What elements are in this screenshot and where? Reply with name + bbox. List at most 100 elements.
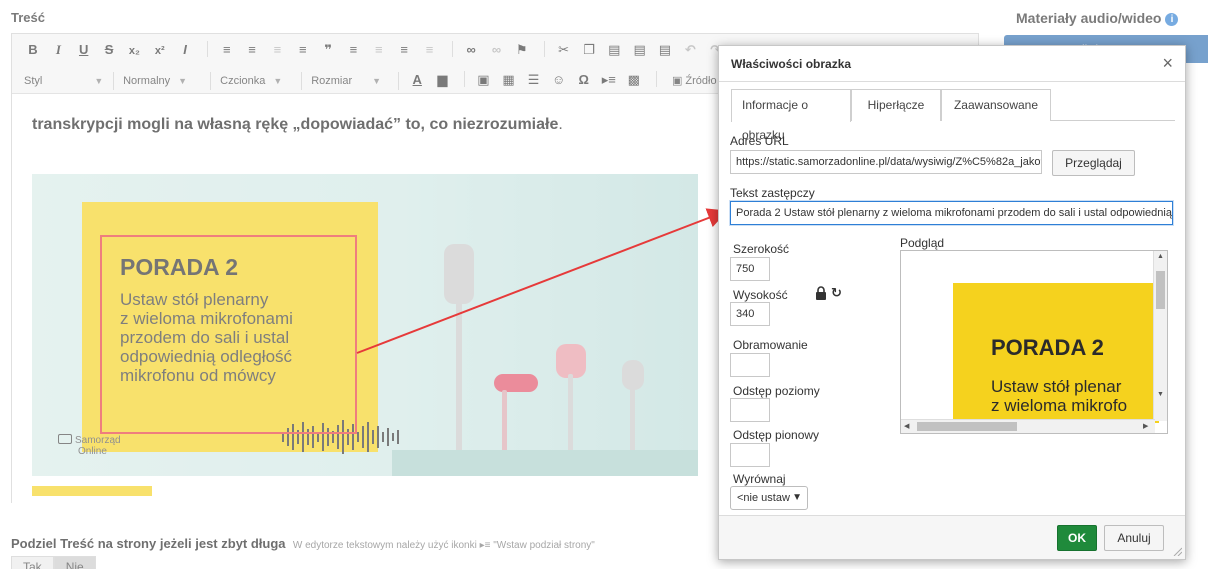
hspace-input[interactable] xyxy=(730,398,770,422)
scrollbar-thumb[interactable] xyxy=(1156,271,1165,309)
border-input[interactable] xyxy=(730,353,770,377)
align-justify-icon[interactable]: ≡ xyxy=(421,41,439,59)
lock-icon[interactable] xyxy=(815,286,827,300)
font-combo[interactable]: Czcionka ▼ xyxy=(220,72,303,90)
image-preview[interactable]: PORADA 2 Ustaw stół plenar z wieloma mik… xyxy=(900,250,1168,434)
media-title-text: Materiały audio/wideo xyxy=(1016,10,1162,26)
resize-grip-icon[interactable] xyxy=(1172,546,1182,556)
vspace-input[interactable] xyxy=(730,443,770,467)
microphone-stand xyxy=(502,390,507,452)
microphone-stand xyxy=(630,388,635,452)
content-paragraph: transkrypcji mogli na własną rękę „dopow… xyxy=(32,116,563,134)
info-icon[interactable]: i xyxy=(1165,13,1179,26)
preview-horizontal-scrollbar[interactable]: ◀ ▶ xyxy=(901,419,1155,433)
size-combo[interactable]: Rozmiar ▼ xyxy=(311,72,400,90)
microphone-shape xyxy=(494,374,538,392)
url-label: Adres URL xyxy=(730,134,789,148)
size-combo-label: Rozmiar xyxy=(311,75,353,87)
preview-body: Ustaw stół plenar z wieloma mikrofo xyxy=(991,377,1127,415)
preview-label: Podgląd xyxy=(900,236,945,250)
superscript-icon[interactable]: x² xyxy=(151,42,169,60)
nie-button[interactable]: Nie xyxy=(53,556,96,569)
scroll-up-icon[interactable]: ▲ xyxy=(1157,253,1164,261)
image-properties-dialog: Właściwości obrazka × Informacje o obraz… xyxy=(718,45,1186,560)
browse-button[interactable]: Przeglądaj xyxy=(1052,150,1135,176)
preview-vertical-scrollbar[interactable]: ▲ ▼ xyxy=(1153,251,1167,421)
cancel-button[interactable]: Anuluj xyxy=(1104,525,1164,551)
split-toggle: Tak Nie xyxy=(11,556,96,569)
underline-icon[interactable]: U xyxy=(75,41,93,59)
faded-text-line xyxy=(162,484,682,496)
format-combo[interactable]: Normalny ▼ xyxy=(123,72,212,90)
ok-button[interactable]: OK xyxy=(1057,525,1097,551)
anchor-flag-icon[interactable]: ⚑ xyxy=(513,41,531,59)
tak-button[interactable]: Tak xyxy=(11,556,54,569)
dialog-header[interactable]: Właściwości obrazka × xyxy=(719,46,1185,82)
smiley-icon[interactable]: ☺ xyxy=(550,71,568,89)
align-select[interactable]: <nie ustaw ▼ xyxy=(730,486,808,510)
scroll-left-icon[interactable]: ◀ xyxy=(904,423,909,431)
logo-line1: Samorząd xyxy=(75,435,121,446)
content-dot: . xyxy=(558,116,563,133)
tab-advanced[interactable]: Zaawansowane xyxy=(941,89,1051,121)
split-hint-quote: "Wstaw podział strony" xyxy=(493,540,595,551)
italic-icon[interactable]: I xyxy=(49,41,67,59)
indent-icon[interactable]: ≡ xyxy=(294,41,312,59)
microphone-stand xyxy=(456,302,462,452)
split-hint: W edytorze tekstowym należy użyć ikonki … xyxy=(293,540,595,551)
microphone-shape xyxy=(556,344,586,378)
table-surface xyxy=(392,450,698,476)
table-icon[interactable]: ▦ xyxy=(500,71,518,89)
dialog-title: Właściwości obrazka xyxy=(731,57,852,71)
scroll-down-icon[interactable]: ▼ xyxy=(1157,391,1164,399)
remove-format-icon[interactable]: I xyxy=(176,41,194,59)
link-icon[interactable]: ∞ xyxy=(462,41,480,59)
paste-icon[interactable]: ▤ xyxy=(605,41,623,59)
tab-image-info[interactable]: Informacje o obrazku xyxy=(731,89,851,142)
copy-icon[interactable]: ❐ xyxy=(580,41,598,59)
align-right-icon[interactable]: ≡ xyxy=(395,41,413,59)
url-input[interactable]: https://static.samorzadonline.pl/data/wy… xyxy=(730,150,1042,174)
chevron-down-icon: ▼ xyxy=(792,492,802,503)
unlink-icon[interactable]: ∞ xyxy=(488,41,506,59)
toolbar-separator xyxy=(544,41,546,57)
blockquote-icon[interactable]: ❞ xyxy=(319,41,337,59)
page-break-icon[interactable]: ▸≡ xyxy=(600,71,618,89)
scrollbar-thumb[interactable] xyxy=(917,422,1017,431)
style-combo[interactable]: Styl ▼ xyxy=(24,72,114,90)
close-icon[interactable]: × xyxy=(1162,54,1173,72)
paste-text-icon[interactable]: ▤ xyxy=(631,41,649,59)
numbered-list-icon[interactable]: ≡ xyxy=(218,41,236,59)
scroll-right-icon[interactable]: ▶ xyxy=(1143,423,1148,431)
horizontal-line-icon[interactable]: ☰ xyxy=(525,71,543,89)
special-char-icon[interactable]: Ω xyxy=(575,71,593,89)
alt-text-input[interactable]: Porada 2 Ustaw stół plenarny z wieloma m… xyxy=(730,201,1173,225)
media-title: Materiały audio/wideo i xyxy=(1016,10,1179,26)
strikethrough-icon[interactable]: S xyxy=(100,41,118,59)
highlighted-text-strip xyxy=(32,486,152,496)
bold-icon[interactable]: B xyxy=(24,41,42,59)
undo-icon[interactable]: ↶ xyxy=(681,41,699,59)
image-icon[interactable]: ▣ xyxy=(474,71,492,89)
align-left-icon[interactable]: ≡ xyxy=(344,41,362,59)
text-color-icon[interactable]: A xyxy=(408,71,426,89)
height-input[interactable]: 340 xyxy=(730,302,770,326)
cut-icon[interactable]: ✂ xyxy=(555,41,573,59)
outdent-icon[interactable]: ≡ xyxy=(268,41,286,59)
dialog-tabs: Informacje o obrazku Hiperłącze Zaawanso… xyxy=(731,89,1175,142)
media-embed-icon[interactable]: ▩ xyxy=(625,71,643,89)
tab-link[interactable]: Hiperłącze xyxy=(851,89,941,121)
source-icon: ▣ xyxy=(671,75,683,87)
toolbar-separator xyxy=(207,41,209,57)
width-input[interactable]: 750 xyxy=(730,257,770,281)
reset-size-icon[interactable]: ↻ xyxy=(831,286,842,300)
align-center-icon[interactable]: ≡ xyxy=(370,41,388,59)
subscript-icon[interactable]: x₂ xyxy=(125,42,143,60)
logo-line2: Online xyxy=(78,446,107,457)
chevron-down-icon: ▼ xyxy=(94,76,104,86)
bulleted-list-icon[interactable]: ≡ xyxy=(243,41,261,59)
microphone-stand xyxy=(568,374,573,452)
annotation-rectangle xyxy=(100,235,357,434)
paste-word-icon[interactable]: ▤ xyxy=(656,41,674,59)
bg-color-icon[interactable]: ▆ xyxy=(433,71,451,89)
